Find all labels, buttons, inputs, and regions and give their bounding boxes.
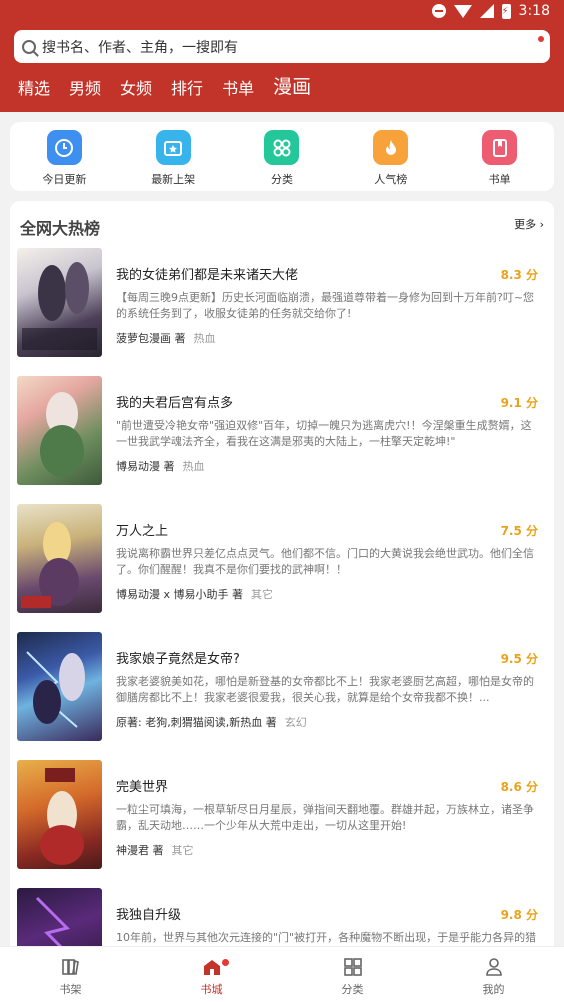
wifi-icon — [453, 4, 472, 18]
nav-label: 分类 — [341, 983, 364, 996]
bottom-nav: 书架 书城 分类 我的 — [0, 946, 564, 1002]
book-cover — [17, 504, 102, 613]
bookshelf-icon — [61, 957, 81, 977]
hot-ranking-section: 全网大热榜 更多 › 我的女徒弟们都是未来诸天大佬 8.3 分 【每周三晚9点更… — [10, 201, 554, 961]
book-cover — [17, 760, 102, 869]
chevron-right-icon: › — [539, 218, 544, 231]
book-title: 我的夫君后宫有点多 — [116, 396, 234, 411]
status-time: 3:18 — [518, 3, 550, 19]
home-icon — [202, 957, 222, 977]
section-title: 全网大热榜 — [20, 219, 101, 238]
search-bar[interactable]: 搜书名、作者、主角，一搜即有 — [14, 30, 550, 63]
quicknav-label: 最新上架 — [151, 173, 196, 186]
book-author: 博易动漫 x 博易小助手 著 — [116, 588, 243, 601]
tab-featured[interactable]: 精选 — [18, 78, 50, 100]
category-icon — [343, 957, 363, 977]
quicknav-new-releases[interactable]: 最新上架 — [119, 122, 228, 191]
clock-icon — [46, 130, 82, 165]
book-score: 9.5 分 — [500, 652, 538, 666]
book-score: 9.1 分 — [500, 396, 538, 410]
nav-bookstore[interactable]: 书城 — [141, 947, 282, 1002]
book-score: 8.3 分 — [500, 268, 538, 282]
book-title: 万人之上 — [116, 524, 169, 539]
tab-male[interactable]: 男频 — [69, 78, 101, 100]
category-tabs: 精选 男频 女频 排行 书单 漫画 — [18, 76, 330, 100]
app-header: 3:18 搜书名、作者、主角，一搜即有 精选 男频 女频 排行 书单 漫画 — [0, 0, 564, 112]
book-description: "前世遭受冷艳女帝"强迫双修"百年，切掉一魄只为逃离虎穴!！今涅槃重生成赘婿，这… — [116, 419, 532, 448]
book-title: 我家娘子竟然是女帝? — [116, 652, 240, 667]
book-meta: 博易动漫 著热血 — [116, 458, 205, 474]
tab-comics[interactable]: 漫画 — [273, 76, 311, 100]
book-score: 7.5 分 — [500, 524, 538, 538]
book-genre: 其它 — [171, 844, 194, 857]
signal-icon — [479, 4, 494, 18]
nav-bookshelf[interactable]: 书架 — [0, 947, 141, 1002]
quicknav-label: 人气榜 — [374, 173, 408, 186]
book-title: 我的女徒弟们都是未来诸天大佬 — [116, 268, 299, 283]
nav-profile[interactable]: 我的 — [423, 947, 564, 1002]
grid-icon — [264, 130, 300, 165]
tab-female[interactable]: 女频 — [120, 78, 152, 100]
search-placeholder: 搜书名、作者、主角，一搜即有 — [42, 39, 238, 56]
nav-label: 我的 — [482, 983, 505, 996]
book-meta: 神漫君 著其它 — [116, 842, 194, 858]
search-icon — [22, 39, 36, 54]
book-item[interactable]: 万人之上 7.5 分 我说离称霸世界只差亿点点灵气。他们都不信。门口的大黄说我会… — [10, 504, 554, 616]
book-author: 原著: 老狗,刺猬猫阅读,新热血 著 — [116, 716, 277, 729]
book-genre: 热血 — [193, 332, 216, 345]
book-item[interactable]: 我的夫君后宫有点多 9.1 分 "前世遭受冷艳女帝"强迫双修"百年，切掉一魄只为… — [10, 376, 554, 488]
quick-nav: 今日更新 最新上架 分类 人气榜 书单 — [10, 122, 554, 191]
book-description: 我说离称霸世界只差亿点点灵气。他们都不信。门口的大黄说我会绝世武功。他们全信了。… — [116, 547, 534, 576]
book-cover — [17, 632, 102, 741]
book-genre: 其它 — [251, 588, 273, 601]
book-description: 一粒尘可填海，一根草斩尽日月星辰，弹指间天翻地覆。群雄并起，万族林立，诸圣争霸，… — [116, 803, 534, 832]
book-author: 神漫君 著 — [116, 844, 164, 857]
nav-label: 书架 — [59, 983, 82, 996]
profile-icon — [484, 957, 504, 977]
book-author: 博易动漫 著 — [116, 460, 175, 473]
book-item[interactable]: 我家娘子竟然是女帝? 9.5 分 我家老婆貌美如花，哪怕是新登基的女帝都比不上！… — [10, 632, 554, 744]
more-label: 更多 — [514, 218, 537, 231]
battery-icon — [501, 3, 511, 19]
book-cover — [17, 248, 102, 357]
flame-icon — [373, 130, 409, 165]
book-score: 9.8 分 — [500, 908, 538, 922]
book-item[interactable]: 完美世界 8.6 分 一粒尘可填海，一根草斩尽日月星辰，弹指间天翻地覆。群雄并起… — [10, 760, 554, 872]
status-bar: 3:18 — [0, 0, 564, 26]
book-genre: 热血 — [182, 460, 205, 473]
book-meta: 博易动漫 x 博易小助手 著其它 — [116, 586, 273, 602]
book-meta: 菠萝包漫画 著热血 — [116, 330, 216, 346]
notification-dot — [222, 959, 229, 966]
do-not-disturb-icon — [431, 4, 446, 18]
nav-label: 书城 — [200, 983, 223, 996]
book-meta: 原著: 老狗,刺猬猫阅读,新热血 著玄幻 — [116, 714, 307, 730]
quicknav-label: 今日更新 — [42, 173, 87, 186]
quicknav-popular[interactable]: 人气榜 — [336, 122, 445, 191]
quicknav-label: 分类 — [270, 173, 293, 186]
book-icon — [482, 130, 518, 165]
book-score: 8.6 分 — [500, 780, 538, 794]
tab-booklist[interactable]: 书单 — [222, 78, 254, 100]
book-genre: 玄幻 — [284, 716, 307, 729]
star-box-icon — [155, 130, 191, 165]
quicknav-label: 书单 — [488, 173, 511, 186]
book-title: 完美世界 — [116, 780, 169, 795]
book-title: 我独自升级 — [116, 908, 182, 923]
more-link[interactable]: 更多 › — [514, 216, 544, 232]
book-description: 【每周三晚9点更新】历史长河面临崩溃，最强道尊带着一身修为回到十万年前?叮~您的… — [116, 291, 535, 320]
quicknav-today-updates[interactable]: 今日更新 — [10, 122, 119, 191]
book-author: 菠萝包漫画 著 — [116, 332, 186, 345]
quicknav-categories[interactable]: 分类 — [228, 122, 337, 191]
quicknav-booklist[interactable]: 书单 — [445, 122, 554, 191]
book-description: 我家老婆貌美如花，哪怕是新登基的女帝都比不上！我家老婆厨艺高超，哪怕是女帝的御膳… — [116, 675, 534, 704]
book-cover — [17, 376, 102, 485]
notification-dot — [538, 36, 544, 42]
nav-category[interactable]: 分类 — [282, 947, 423, 1002]
tab-ranking[interactable]: 排行 — [171, 78, 203, 100]
book-item[interactable]: 我的女徒弟们都是未来诸天大佬 8.3 分 【每周三晚9点更新】历史长河面临崩溃，… — [10, 248, 554, 360]
